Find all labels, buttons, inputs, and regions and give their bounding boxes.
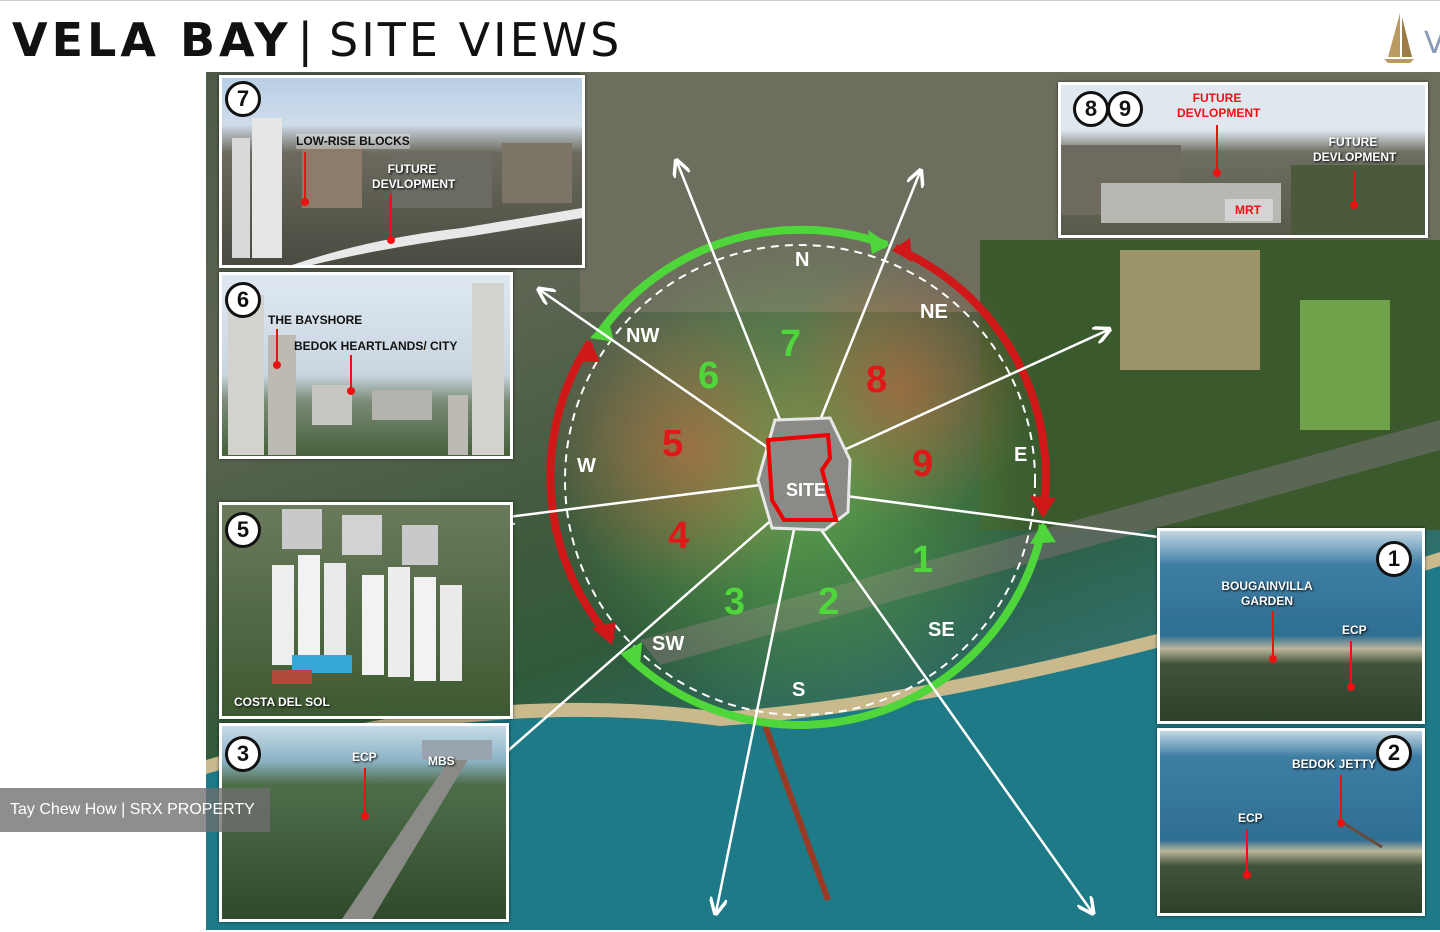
compass-se: SE (928, 619, 955, 641)
compass-w: W (577, 455, 596, 477)
golf-field (1300, 300, 1390, 430)
label-future-development-1: FUTURE DEVLOPMENT (1177, 91, 1261, 120)
photo-5-condo (272, 509, 462, 684)
label-future-development-2: FUTURE DEVLOPMENT (1313, 135, 1397, 164)
label-bougainvilla-garden: BOUGAINVILLA GARDEN (1221, 579, 1313, 608)
logo-partial-text: V (1424, 26, 1440, 61)
view-number-2: 2 (1376, 735, 1412, 771)
label-bedok-jetty: BEDOK JETTY (1292, 757, 1377, 771)
compass-ne: NE (920, 301, 948, 323)
view-number-6: 6 (225, 282, 261, 318)
sector-8: 8 (866, 359, 887, 401)
sector-7: 7 (780, 323, 801, 365)
pin-ecp (1243, 829, 1251, 879)
view-number-8: 8 (1073, 91, 1109, 127)
site-label: SITE (786, 480, 826, 500)
sector-2: 2 (818, 581, 839, 623)
label-ecp: ECP (352, 750, 377, 764)
title-separator: | (297, 13, 318, 67)
pin-bedok-heartlands (347, 355, 355, 395)
pin-low-rise (301, 152, 309, 206)
view-number-1: 1 (1376, 541, 1412, 577)
compass-s: S (792, 679, 805, 701)
compass-sw: SW (652, 633, 684, 655)
view-photo-7: 7 LOW-RISE BLOCKS FUTURE DEVLOPMENT (219, 75, 585, 268)
sector-3: 3 (724, 581, 745, 623)
view-photo-6: 6 THE BAYSHORE BEDOK HEARTLANDS/ CITY (219, 272, 513, 459)
view-photo-2: 2 BEDOK JETTY ECP (1157, 728, 1425, 916)
view-number-7: 7 (225, 81, 261, 117)
label-mrt: MRT (1235, 203, 1261, 217)
sector-5: 5 (662, 423, 683, 465)
compass-e: E (1014, 444, 1027, 466)
page-title: VELA BAY | SITE VIEWS (12, 13, 622, 67)
photo-6-skyline (228, 283, 504, 455)
pin-future-dev (387, 194, 395, 244)
view-number-9: 9 (1107, 91, 1143, 127)
pin-future-dev-2 (1350, 171, 1358, 209)
pin-bayshore (273, 329, 281, 369)
label-bedok-heartlands: BEDOK HEARTLANDS/ CITY (294, 339, 458, 353)
sail-logo-icon: V (1378, 9, 1440, 65)
section-title: SITE VIEWS (329, 13, 623, 67)
sector-1: 1 (912, 539, 933, 581)
pin-bougainvilla (1269, 611, 1277, 663)
label-ecp: ECP (1342, 623, 1367, 637)
view-number-5: 5 (225, 512, 261, 548)
label-mbs: MBS (428, 754, 455, 768)
pin-future-dev-1 (1213, 125, 1221, 177)
view-photo-1: 1 BOUGAINVILLA GARDEN ECP (1157, 528, 1425, 724)
watermark: Tay Chew How | SRX PROPERTY (0, 788, 270, 832)
pin-ecp (361, 768, 369, 820)
sector-6: 6 (698, 355, 719, 397)
header: VELA BAY | SITE VIEWS V (0, 0, 1440, 73)
compass-n: N (795, 249, 809, 271)
sector-4: 4 (668, 515, 689, 557)
pin-ecp (1347, 641, 1355, 691)
label-the-bayshore: THE BAYSHORE (268, 313, 363, 327)
brand-name: VELA BAY (12, 13, 292, 67)
construction-area (1120, 250, 1260, 370)
label-future-development: FUTURE DEVLOPMENT (372, 162, 456, 191)
compass-nw: NW (626, 325, 659, 347)
view-photo-5: 5 COSTA DEL SOL (219, 502, 513, 719)
pin-bedok-jetty (1337, 775, 1345, 827)
label-low-rise-blocks: LOW-RISE BLOCKS (296, 134, 410, 149)
view-photo-8-9: 8 9 FUTURE DEVLOPMENT FUTURE DEVLOPMENT … (1058, 82, 1428, 238)
label-costa-del-sol: COSTA DEL SOL (234, 695, 330, 709)
view-number-3: 3 (225, 736, 261, 772)
sector-9: 9 (912, 443, 933, 485)
label-ecp: ECP (1238, 811, 1263, 825)
